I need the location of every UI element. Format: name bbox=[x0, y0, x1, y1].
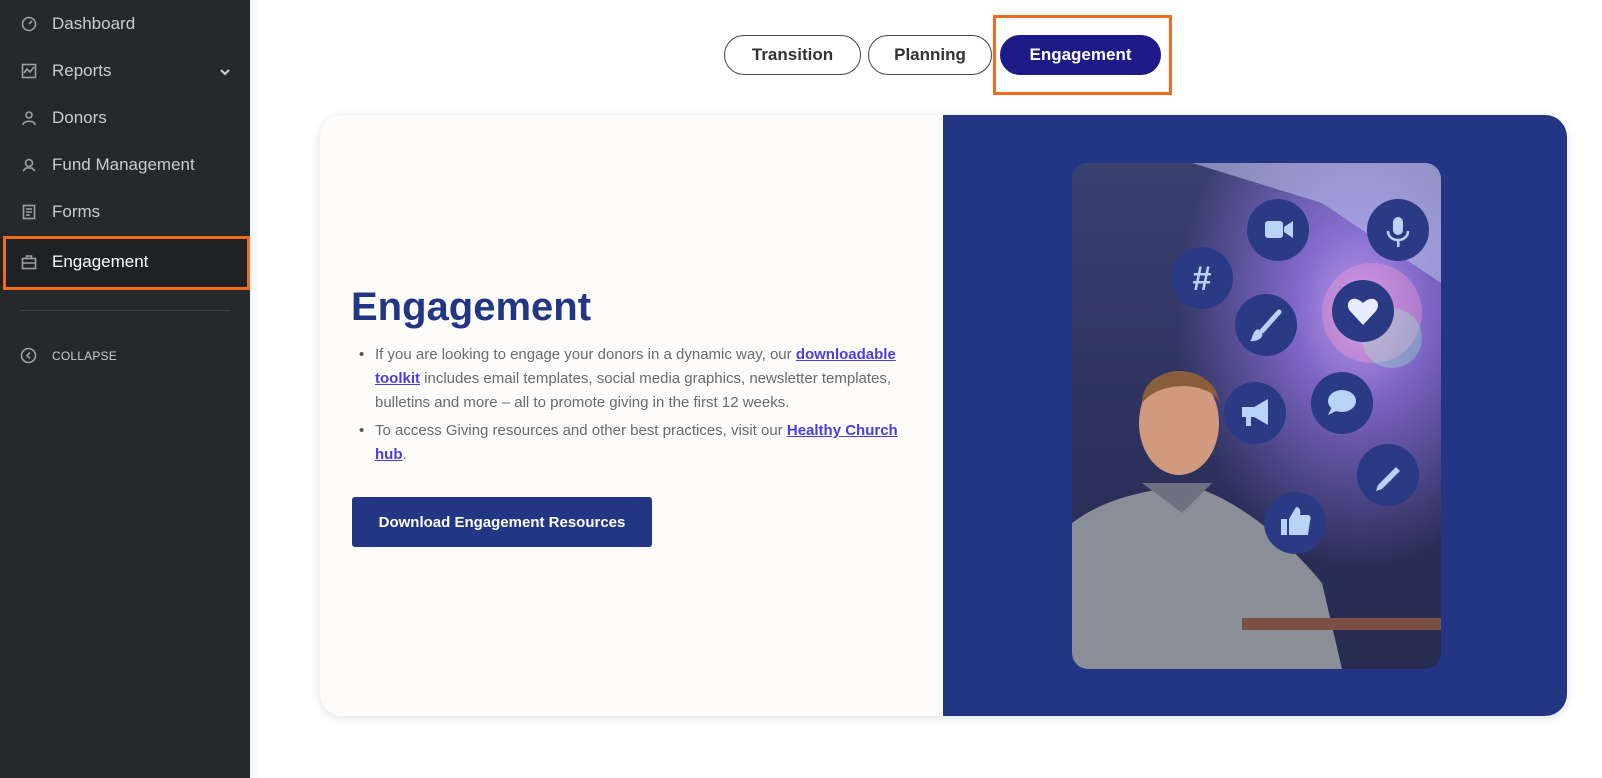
collapse-button[interactable]: COLLAPSE bbox=[0, 338, 250, 374]
megaphone-icon bbox=[1224, 382, 1286, 444]
bullet-text: includes email templates, social media g… bbox=[375, 370, 892, 411]
sidebar-item-label: Dashboard bbox=[52, 14, 136, 33]
svg-text:#: # bbox=[1193, 260, 1212, 298]
sidebar-shadow bbox=[250, 0, 260, 778]
sidebar-item-fund-management[interactable]: Fund Management bbox=[0, 141, 250, 189]
forms-icon bbox=[20, 203, 38, 221]
video-camera-icon bbox=[1247, 199, 1309, 261]
dashboard-icon bbox=[20, 15, 38, 33]
fund-icon bbox=[20, 156, 38, 174]
list-item: To access Giving resources and other bes… bbox=[351, 419, 911, 467]
hashtag-icon: # bbox=[1171, 247, 1233, 309]
bullet-text: If you are looking to engage your donors… bbox=[375, 346, 796, 363]
microphone-icon bbox=[1367, 199, 1429, 261]
sidebar-divider bbox=[20, 310, 230, 311]
tab-transition[interactable]: Transition bbox=[724, 35, 861, 75]
chevron-left-circle-icon bbox=[20, 347, 38, 365]
active-tab-highlight bbox=[993, 15, 1172, 95]
heart-icon bbox=[1332, 280, 1394, 342]
sidebar-item-label: Fund Management bbox=[52, 155, 195, 174]
collapse-label: COLLAPSE bbox=[52, 349, 117, 363]
sidebar: Dashboard Reports Donors Fund Management… bbox=[0, 0, 250, 778]
thumbs-up-icon bbox=[1264, 492, 1326, 554]
sidebar-item-label: Donors bbox=[52, 108, 107, 127]
engagement-bullets: If you are looking to engage your donors… bbox=[351, 343, 911, 471]
sidebar-item-forms[interactable]: Forms bbox=[0, 188, 250, 236]
sidebar-item-label: Forms bbox=[52, 202, 101, 221]
sidebar-item-donors[interactable]: Donors bbox=[0, 94, 250, 142]
tab-planning[interactable]: Planning bbox=[868, 35, 992, 75]
tab-bar: Transition Planning Engagement bbox=[0, 35, 1602, 75]
chat-bubble-icon bbox=[1311, 372, 1373, 434]
paintbrush-icon bbox=[1235, 294, 1297, 356]
engagement-photo: # bbox=[1072, 163, 1441, 669]
bullet-text: . bbox=[402, 446, 407, 463]
pencil-icon bbox=[1357, 444, 1419, 506]
active-item-highlight bbox=[3, 236, 250, 290]
download-resources-button[interactable]: Download Engagement Resources bbox=[352, 497, 652, 547]
user-icon bbox=[20, 109, 38, 127]
bullet-text: To access Giving resources and other bes… bbox=[375, 422, 787, 439]
page-title: Engagement bbox=[351, 285, 592, 329]
list-item: If you are looking to engage your donors… bbox=[351, 343, 911, 415]
